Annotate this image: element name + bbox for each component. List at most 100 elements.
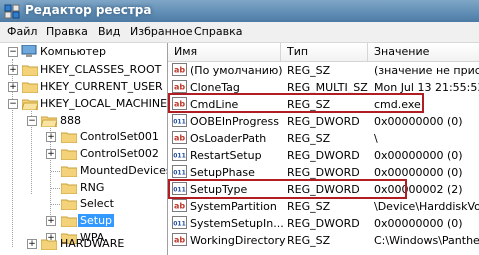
value-data: 0x00000000 (0) [374,166,463,179]
value-data: 0x00000000 (0) [374,149,463,162]
value-type: REG_DWORD [287,149,360,162]
value-name: RestartSetup [190,149,262,162]
tree-item-label: Select [80,197,114,210]
string-value-icon: ab [172,63,187,76]
tree-item-mounteddevices[interactable]: MountedDevices [0,163,167,179]
value-name: WorkingDirectory [190,234,286,247]
collapse-icon[interactable]: − [27,116,37,126]
svg-text:ab: ab [174,134,185,143]
tree-item-label: Компьютер [40,45,106,58]
value-type: REG_SZ [287,64,331,77]
folder-icon [41,239,57,250]
regedit-app-icon [4,4,20,19]
tree-item-hardware[interactable]: + HARDWARE [0,236,167,252]
folder-icon [61,216,77,227]
value-data: 0x00000000 (0) [374,115,463,128]
column-header-data[interactable]: Значение [368,43,479,62]
tree-item-label: HARDWARE [60,237,125,250]
highlight-frame-setuptype [168,179,407,199]
svg-text:011: 011 [173,153,186,160]
tree-item-select[interactable]: Select [0,196,167,212]
value-row[interactable]: ab WorkingDirectory REG_SZ C:\Windows\Panth… [168,232,479,249]
value-name: (По умолчанию) [190,64,283,77]
svg-text:ab: ab [174,66,185,75]
tree-item-computer[interactable]: − Компьютер [0,44,167,60]
svg-text:ab: ab [174,202,185,211]
column-header-label: Значение [374,45,430,58]
tree-item-label-selected: Setup [78,214,115,227]
folder-icon [61,183,77,194]
svg-text:011: 011 [173,119,186,126]
expand-icon[interactable]: + [46,216,56,226]
expand-icon[interactable]: + [46,132,56,142]
svg-text:ab: ab [174,236,185,245]
tree-connector [51,171,60,172]
expand-icon[interactable]: + [46,149,56,159]
folder-icon [22,82,38,93]
menu-view[interactable]: Вид [98,25,120,38]
expand-icon[interactable]: + [8,65,18,75]
value-row[interactable]: ab OsLoaderPath REG_SZ \ [168,130,479,147]
value-row[interactable]: 011 RestartSetup REG_DWORD 0x00000000 (0) [168,147,479,164]
tree-item-label: RNG [80,181,105,194]
value-data: C:\Windows\Panther [374,234,479,247]
folder-icon [61,199,77,210]
value-type: REG_SZ [287,234,331,247]
tree-item-hkcu[interactable]: + HKEY_CURRENT_USER [0,79,167,95]
tree-item-label: 888 [60,114,81,127]
tree-item-label: ControlSet002 [80,147,159,160]
folder-icon [22,65,38,76]
value-row[interactable]: ab SystemPartition REG_SZ \Device\HarddiskV… [168,198,479,215]
tree-item-label: MountedDevices [80,164,168,177]
value-name: SystemPartition [190,200,277,213]
column-header-name[interactable]: Имя [168,43,281,62]
collapse-icon[interactable]: − [8,47,18,57]
expand-icon[interactable]: + [27,239,37,249]
registry-tree[interactable]: − Компьютер + HKEY_CLASSES_ROOT + HKEY_C… [0,43,168,255]
tree-item-controlset002[interactable]: + ControlSet002 [0,146,167,162]
value-type: REG_DWORD [287,166,360,179]
dword-value-icon: 011 [172,165,187,178]
svg-text:ab: ab [174,83,185,92]
tree-item-hklm[interactable]: − HKEY_LOCAL_MACHINE [0,96,167,112]
menu-favorites[interactable]: Избранное [130,25,192,38]
values-list[interactable]: Имя Тип Значение ab (По умолчанию) REG_SZ (… [168,43,479,255]
value-data: \Device\HarddiskVolum [374,200,479,213]
value-data: (значение не присво [374,64,479,77]
expand-icon[interactable]: + [8,82,18,92]
folder-icon [61,166,77,177]
column-header-label: Имя [174,45,198,58]
window-title: Редактор реестра [25,3,152,17]
value-data: \ [374,132,378,145]
collapse-icon[interactable]: − [8,99,18,109]
tree-item-888[interactable]: − 888 [0,113,167,129]
svg-text:011: 011 [173,170,186,177]
string-value-icon: ab [172,131,187,144]
value-type: REG_DWORD [287,115,360,128]
computer-icon [21,45,37,57]
menu-edit[interactable]: Правка [46,25,88,38]
svg-text:011: 011 [173,221,186,228]
dword-value-icon: 011 [172,114,187,127]
dword-value-icon: 011 [172,148,187,161]
tree-item-rng[interactable]: RNG [0,180,167,196]
folder-icon [61,149,77,160]
column-header-type[interactable]: Тип [281,43,368,62]
column-header-label: Тип [287,45,309,58]
value-row[interactable]: 011 OOBEInProgress REG_DWORD 0x00000000 (0) [168,113,479,130]
menu-file[interactable]: Файл [7,25,37,38]
tree-item-controlset001[interactable]: + ControlSet001 [0,129,167,145]
menu-help[interactable]: Справка [194,25,242,38]
tree-item-hkcr[interactable]: + HKEY_CLASSES_ROOT [0,62,167,78]
value-row[interactable]: 011 SystemSetupIn... REG_DWORD 0x00000000 (… [168,215,479,232]
tree-connector [51,204,60,205]
value-type: REG_SZ [287,132,331,145]
tree-item-label: HKEY_CURRENT_USER [40,80,163,93]
tree-item-label: HKEY_CLASSES_ROOT [40,63,162,76]
string-value-icon: ab [172,80,187,93]
value-name: OsLoaderPath [190,132,267,145]
value-name: SystemSetupIn... [190,217,284,230]
string-value-icon: ab [172,233,187,246]
value-row[interactable]: ab (По умолчанию) REG_SZ (значение не присв… [168,62,479,79]
tree-item-setup[interactable]: + Setup [0,213,167,229]
